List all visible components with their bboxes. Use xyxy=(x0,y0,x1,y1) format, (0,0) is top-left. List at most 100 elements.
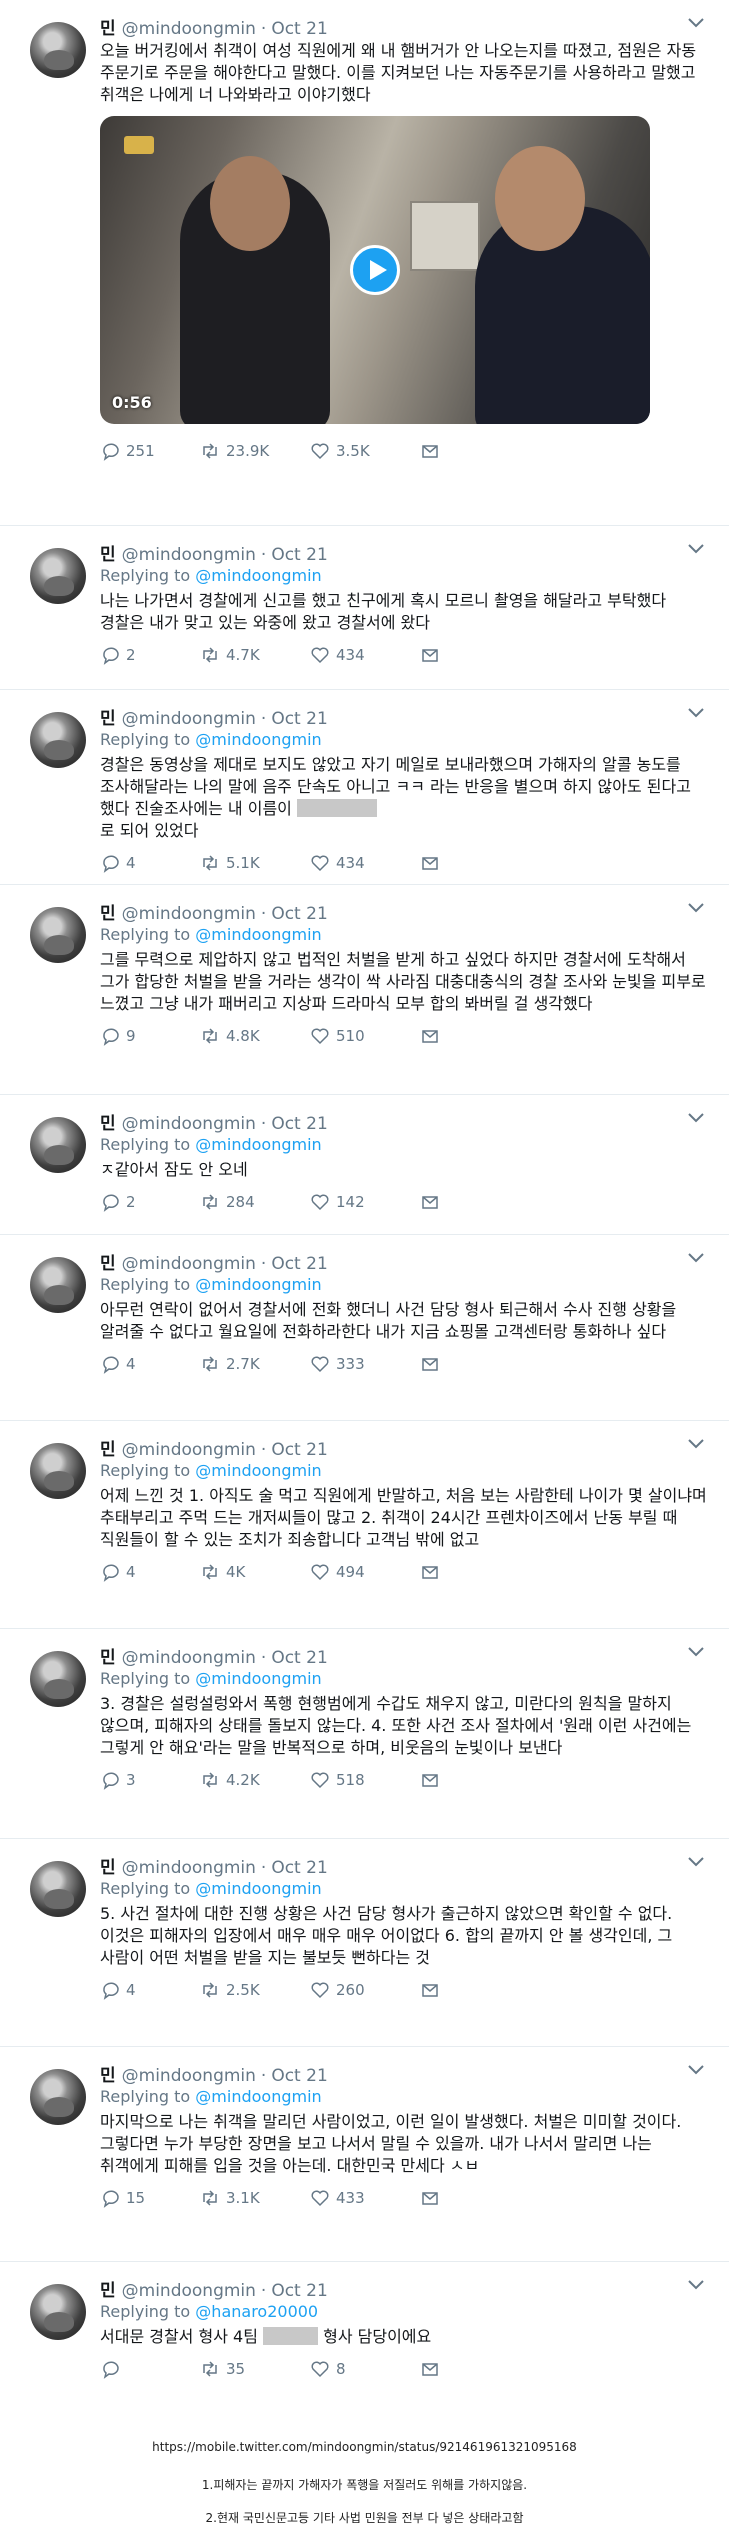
like-button[interactable]: 518 xyxy=(310,1770,420,1790)
tweet[interactable]: 민 @mindoongmin · Oct 21 Replying to @min… xyxy=(0,1839,729,2047)
retweet-button[interactable]: 3.1K xyxy=(200,2188,310,2208)
retweet-button[interactable]: 2.5K xyxy=(200,1980,310,2000)
tweet[interactable]: 민 @mindoongmin · Oct 21 Replying to @min… xyxy=(0,1235,729,1421)
display-name[interactable]: 민 xyxy=(100,2276,116,2301)
reply-button[interactable]: 2 xyxy=(100,645,200,665)
replying-to-link[interactable]: @mindoongmin xyxy=(195,1275,321,1294)
dm-button[interactable] xyxy=(420,441,520,461)
reply-button[interactable]: 4 xyxy=(100,1980,200,2000)
user-handle[interactable]: @mindoongmin xyxy=(122,2066,256,2086)
tweet-time[interactable]: Oct 21 xyxy=(271,1114,327,1134)
user-handle[interactable]: @mindoongmin xyxy=(122,709,256,729)
replying-to-link[interactable]: @mindoongmin xyxy=(195,566,321,585)
retweet-button[interactable]: 4.8K xyxy=(200,1026,310,1046)
chevron-down-icon[interactable] xyxy=(687,1111,705,1125)
reply-button[interactable]: 4 xyxy=(100,1354,200,1374)
tweet[interactable]: 민 @mindoongmin · Oct 21 오늘 버거킹에서 취객이 여성 … xyxy=(0,0,729,526)
dm-button[interactable] xyxy=(420,2359,520,2379)
display-name[interactable]: 민 xyxy=(100,899,116,924)
tweet-time[interactable]: Oct 21 xyxy=(271,19,327,39)
user-handle[interactable]: @mindoongmin xyxy=(122,1440,256,1460)
video-player[interactable]: 0:56 xyxy=(100,116,650,424)
replying-to-link[interactable]: @mindoongmin xyxy=(195,2087,321,2106)
chevron-down-icon[interactable] xyxy=(687,1251,705,1265)
retweet-button[interactable]: 4K xyxy=(200,1562,310,1582)
like-button[interactable]: 333 xyxy=(310,1354,420,1374)
chevron-down-icon[interactable] xyxy=(687,1437,705,1451)
dm-button[interactable] xyxy=(420,1770,520,1790)
tweet-time[interactable]: Oct 21 xyxy=(271,2281,327,2301)
display-name[interactable]: 민 xyxy=(100,14,116,39)
retweet-button[interactable]: 35 xyxy=(200,2359,310,2379)
replying-to-link[interactable]: @mindoongmin xyxy=(195,1669,321,1688)
tweet[interactable]: 민 @mindoongmin · Oct 21 Replying to @min… xyxy=(0,885,729,1095)
replying-to-link[interactable]: @mindoongmin xyxy=(195,1135,321,1154)
tweet-time[interactable]: Oct 21 xyxy=(271,1858,327,1878)
avatar[interactable] xyxy=(30,22,86,78)
display-name[interactable]: 민 xyxy=(100,1109,116,1134)
chevron-down-icon[interactable] xyxy=(687,706,705,720)
like-button[interactable]: 260 xyxy=(310,1980,420,2000)
tweet-time[interactable]: Oct 21 xyxy=(271,545,327,565)
tweet-time[interactable]: Oct 21 xyxy=(271,1440,327,1460)
retweet-button[interactable]: 5.1K xyxy=(200,853,310,873)
like-button[interactable]: 8 xyxy=(310,2359,420,2379)
retweet-button[interactable]: 23.9K xyxy=(200,441,310,461)
avatar[interactable] xyxy=(30,1861,86,1917)
avatar[interactable] xyxy=(30,548,86,604)
retweet-button[interactable]: 4.2K xyxy=(200,1770,310,1790)
display-name[interactable]: 민 xyxy=(100,2061,116,2086)
display-name[interactable]: 민 xyxy=(100,704,116,729)
replying-to-link[interactable]: @mindoongmin xyxy=(195,730,321,749)
dm-button[interactable] xyxy=(420,1562,520,1582)
dm-button[interactable] xyxy=(420,1192,520,1212)
tweet-time[interactable]: Oct 21 xyxy=(271,2066,327,2086)
retweet-button[interactable]: 284 xyxy=(200,1192,310,1212)
replying-to-link[interactable]: @hanaro20000 xyxy=(195,2302,318,2321)
chevron-down-icon[interactable] xyxy=(687,16,705,30)
tweet-time[interactable]: Oct 21 xyxy=(271,709,327,729)
user-handle[interactable]: @mindoongmin xyxy=(122,1648,256,1668)
chevron-down-icon[interactable] xyxy=(687,542,705,556)
reply-button[interactable]: 4 xyxy=(100,853,200,873)
display-name[interactable]: 민 xyxy=(100,1853,116,1878)
avatar[interactable] xyxy=(30,2284,86,2340)
display-name[interactable]: 민 xyxy=(100,540,116,565)
chevron-down-icon[interactable] xyxy=(687,2063,705,2077)
avatar[interactable] xyxy=(30,907,86,963)
retweet-button[interactable]: 4.7K xyxy=(200,645,310,665)
tweet[interactable]: 민 @mindoongmin · Oct 21 Replying to @min… xyxy=(0,1629,729,1839)
reply-button[interactable]: 2 xyxy=(100,1192,200,1212)
user-handle[interactable]: @mindoongmin xyxy=(122,1858,256,1878)
chevron-down-icon[interactable] xyxy=(687,2278,705,2292)
avatar[interactable] xyxy=(30,712,86,768)
user-handle[interactable]: @mindoongmin xyxy=(122,545,256,565)
user-handle[interactable]: @mindoongmin xyxy=(122,2281,256,2301)
avatar[interactable] xyxy=(30,1117,86,1173)
play-icon[interactable] xyxy=(350,245,400,295)
reply-button[interactable] xyxy=(100,2359,200,2379)
user-handle[interactable]: @mindoongmin xyxy=(122,19,256,39)
dm-button[interactable] xyxy=(420,645,520,665)
replying-to-link[interactable]: @mindoongmin xyxy=(195,925,321,944)
avatar[interactable] xyxy=(30,1651,86,1707)
user-handle[interactable]: @mindoongmin xyxy=(122,1114,256,1134)
tweet[interactable]: 민 @mindoongmin · Oct 21 Replying to @min… xyxy=(0,1421,729,1629)
tweet-time[interactable]: Oct 21 xyxy=(271,1254,327,1274)
display-name[interactable]: 민 xyxy=(100,1435,116,1460)
chevron-down-icon[interactable] xyxy=(687,901,705,915)
tweet[interactable]: 민 @mindoongmin · Oct 21 Replying to @min… xyxy=(0,690,729,885)
avatar[interactable] xyxy=(30,2069,86,2125)
like-button[interactable]: 434 xyxy=(310,645,420,665)
reply-button[interactable]: 251 xyxy=(100,441,200,461)
like-button[interactable]: 510 xyxy=(310,1026,420,1046)
replying-to-link[interactable]: @mindoongmin xyxy=(195,1461,321,1480)
replying-to-link[interactable]: @mindoongmin xyxy=(195,1879,321,1898)
dm-button[interactable] xyxy=(420,853,520,873)
chevron-down-icon[interactable] xyxy=(687,1645,705,1659)
source-url[interactable]: https://mobile.twitter.com/mindoongmin/s… xyxy=(0,2440,729,2454)
tweet[interactable]: 민 @mindoongmin · Oct 21 Replying to @han… xyxy=(0,2262,729,2422)
like-button[interactable]: 142 xyxy=(310,1192,420,1212)
like-button[interactable]: 434 xyxy=(310,853,420,873)
like-button[interactable]: 494 xyxy=(310,1562,420,1582)
